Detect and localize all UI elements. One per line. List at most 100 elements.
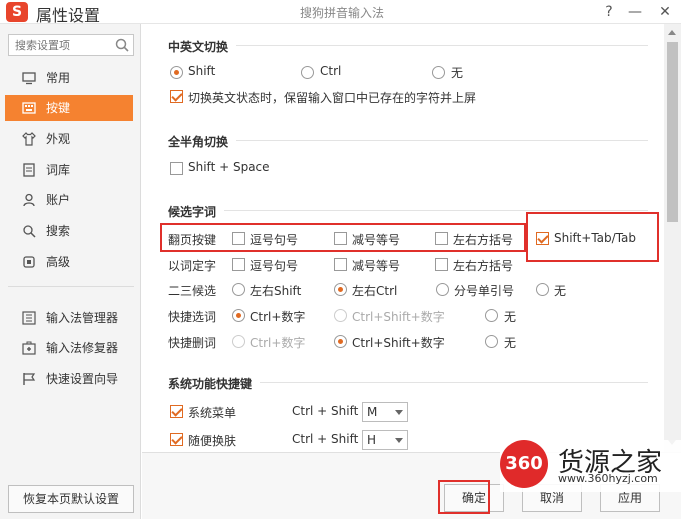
- manager-icon: [22, 311, 36, 325]
- quick-select-label: 快捷选词: [168, 310, 217, 324]
- settings-panel: 中英文切换 Shift Ctrl 无 切换英文状态时，保留输入窗口中已存在的字符…: [142, 24, 664, 452]
- system-menu-checkbox[interactable]: [170, 405, 183, 418]
- section-title-cn-en-switch: 中英文切换: [168, 38, 237, 55]
- title-bar: S 属性设置 搜狗拼音输入法 ? — ✕: [0, 0, 681, 25]
- quick-delete-ctrl-num-label: Ctrl+数字: [250, 336, 306, 350]
- sidebar-item-label: 常用: [46, 71, 71, 85]
- sidebar-item-label: 搜索: [46, 224, 71, 238]
- second-third-ctrl-label: 左右Ctrl: [352, 284, 398, 298]
- second-third-none-radio[interactable]: [536, 283, 549, 296]
- minimize-button[interactable]: —: [624, 1, 646, 23]
- second-third-shift-radio[interactable]: [232, 283, 245, 296]
- second-third-none-label: 无: [554, 284, 567, 298]
- monitor-icon: [22, 72, 36, 85]
- restore-defaults-button[interactable]: 恢复本页默认设置: [8, 485, 134, 513]
- scroll-up-arrow-icon[interactable]: [668, 30, 676, 35]
- sidebar-item-ime-manager[interactable]: 输入法管理器: [0, 305, 141, 331]
- section-divider: [168, 45, 648, 46]
- help-button[interactable]: ?: [598, 1, 620, 23]
- quick-select-ctrl-num-label: Ctrl+数字: [250, 310, 306, 324]
- random-skin-key-select[interactable]: H: [362, 430, 408, 450]
- app-title: 属性设置: [36, 6, 101, 25]
- settings-search-box[interactable]: [8, 34, 134, 56]
- sidebar-item-label: 高级: [46, 255, 71, 269]
- wizard-flag-icon: [23, 373, 36, 385]
- chevron-down-icon: [395, 410, 403, 415]
- sidebar-item-advanced[interactable]: 高级: [0, 249, 141, 275]
- settings-search-input[interactable]: [9, 35, 109, 55]
- sidebar-item-label: 快速设置向导: [46, 372, 119, 386]
- quick-delete-none-radio[interactable]: [485, 335, 498, 348]
- section-title-system-shortcuts: 系统功能快捷键: [168, 375, 261, 392]
- full-half-checkbox[interactable]: [170, 162, 183, 175]
- keyboard-icon: [22, 102, 36, 114]
- sidebar-divider: [8, 286, 134, 287]
- keep-text-checkbox[interactable]: [170, 90, 183, 103]
- quick-delete-ctrl-shift-num-radio[interactable]: [334, 335, 347, 348]
- sidebar-item-ime-repair[interactable]: 输入法修复器: [0, 335, 141, 361]
- highlight-box-page-turn: [160, 223, 526, 252]
- sidebar-item-label: 按键: [46, 101, 71, 115]
- radio-ctrl[interactable]: [301, 66, 314, 79]
- quick-select-none-label: 无: [504, 310, 517, 324]
- quick-select-ctrl-shift-num-label: Ctrl+Shift+数字: [352, 310, 445, 324]
- word-to-char-brackets-checkbox[interactable]: [435, 258, 448, 271]
- search-icon[interactable]: [115, 38, 129, 52]
- book-icon: [23, 163, 35, 177]
- highlight-box-shift-tab: [526, 212, 659, 262]
- quick-delete-ctrl-shift-num-label: Ctrl+Shift+数字: [352, 336, 445, 350]
- sidebar-item-label: 输入法修复器: [46, 341, 119, 355]
- sidebar-item-dictionary[interactable]: 词库: [0, 157, 141, 183]
- section-divider: [168, 210, 648, 211]
- radio-none-label: 无: [451, 66, 464, 80]
- radio-shift[interactable]: [170, 66, 183, 79]
- full-half-shortcut-label: Shift + Space: [188, 160, 270, 174]
- random-skin-checkbox[interactable]: [170, 433, 183, 446]
- system-menu-key-select[interactable]: M: [362, 402, 408, 422]
- close-button[interactable]: ✕: [654, 1, 676, 23]
- random-skin-label: 随便换肤: [188, 434, 237, 448]
- word-to-char-comma-period-label: 逗号句号: [250, 259, 299, 273]
- sidebar-item-label: 输入法管理器: [46, 311, 119, 325]
- word-to-char-minus-equal-checkbox[interactable]: [334, 258, 347, 271]
- sidebar-item-search[interactable]: 搜索: [0, 218, 141, 244]
- chevron-down-icon: [395, 438, 403, 443]
- user-icon: [23, 193, 35, 207]
- second-third-semicolon-radio[interactable]: [436, 283, 449, 296]
- word-to-char-label: 以词定字: [168, 259, 217, 273]
- random-skin-combo: Ctrl + Shift +: [292, 432, 373, 446]
- section-title-candidates: 候选字词: [168, 203, 225, 220]
- radio-shift-label: Shift: [188, 64, 216, 78]
- quick-select-none-radio[interactable]: [485, 309, 498, 322]
- sidebar-item-account[interactable]: 账户: [0, 187, 141, 213]
- quick-select-ctrl-num-radio[interactable]: [232, 309, 245, 322]
- word-to-char-minus-equal-label: 减号等号: [352, 259, 401, 273]
- highlight-box-ok: [438, 480, 490, 514]
- sidebar-item-setup-wizard[interactable]: 快速设置向导: [0, 366, 141, 392]
- quick-delete-label: 快捷删词: [168, 336, 217, 350]
- radio-none[interactable]: [432, 66, 445, 79]
- sidebar-item-label: 词库: [46, 163, 71, 177]
- advanced-icon: [23, 256, 35, 268]
- random-skin-key-value: H: [367, 433, 377, 447]
- second-third-ctrl-radio[interactable]: [334, 283, 347, 296]
- sidebar-item-common[interactable]: 常用: [0, 65, 141, 91]
- watermark: 360 货源之家 www.360hyzj.com: [500, 440, 681, 492]
- vertical-scrollbar[interactable]: [664, 24, 681, 452]
- search-icon: [23, 225, 36, 238]
- scroll-thumb[interactable]: [667, 42, 678, 222]
- section-divider: [168, 140, 648, 141]
- sidebar-item-keys[interactable]: 按键: [5, 95, 133, 121]
- keep-text-label: 切换英文状态时，保留输入窗口中已存在的字符并上屏: [188, 91, 477, 105]
- quick-delete-ctrl-num-radio: [232, 335, 245, 348]
- radio-ctrl-label: Ctrl: [320, 64, 342, 78]
- sogou-logo-icon: S: [6, 2, 28, 22]
- system-menu-combo: Ctrl + Shift +: [292, 404, 373, 418]
- system-menu-label: 系统菜单: [188, 406, 237, 420]
- word-to-char-comma-period-checkbox[interactable]: [232, 258, 245, 271]
- sidebar-item-label: 外观: [46, 132, 71, 146]
- sidebar-item-label: 账户: [46, 193, 71, 207]
- sidebar-item-appearance[interactable]: 外观: [0, 126, 141, 152]
- second-third-shift-label: 左右Shift: [250, 284, 302, 298]
- system-menu-key-value: M: [367, 405, 378, 419]
